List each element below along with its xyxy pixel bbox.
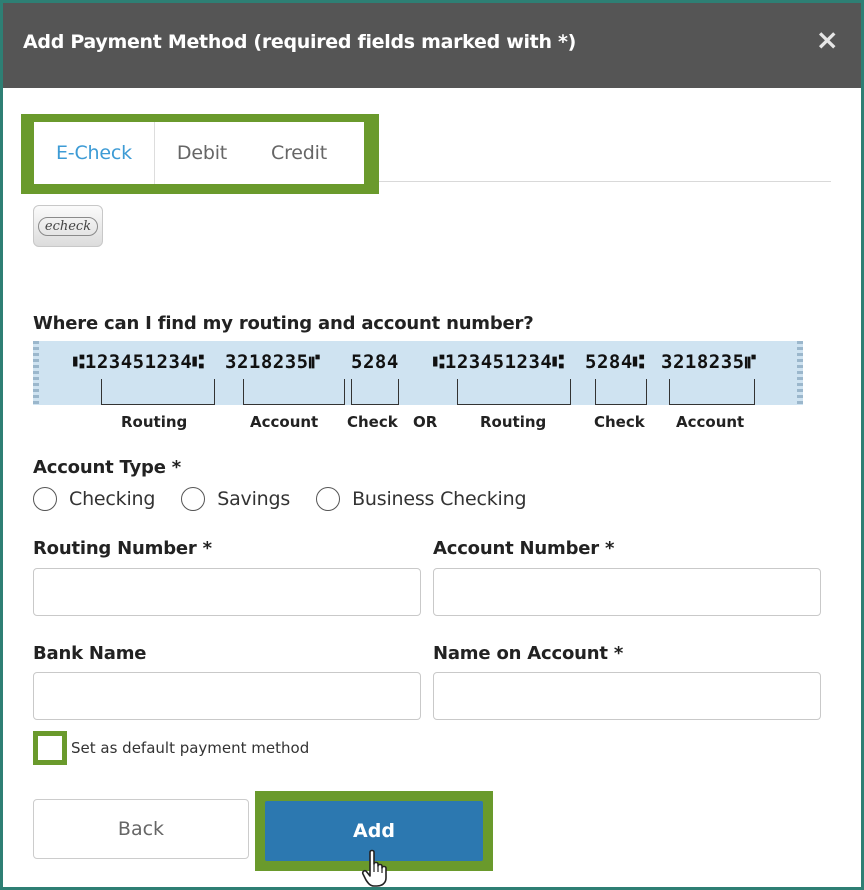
micr-right-routing: ⑆123451234⑆ [433,351,565,373]
bracket-check-2 [595,379,647,405]
micr-left-account: 3218235⑈ [225,351,321,373]
routing-number-field[interactable] [33,568,421,616]
label-or: OR [413,413,438,431]
default-checkbox-highlight [33,731,67,765]
micr-right-check: 5284⑆ [585,351,645,373]
micr-left-routing: ⑆123451234⑆ [73,351,205,373]
label-account-2: Account [676,413,745,431]
label-routing-1: Routing [121,413,188,431]
bracket-check-1 [351,379,399,405]
bracket-account-1 [243,379,345,405]
bracket-routing-1 [101,379,215,405]
bracket-routing-2 [457,379,571,405]
check-sample-image: ⑆123451234⑆ 3218235⑈ 5284 ⑆123451234⑆ 52… [33,341,803,405]
bank-name-label: Bank Name [33,643,147,664]
tab-credit[interactable]: Credit [249,122,349,184]
dialog-header: Add Payment Method (required fields mark… [3,3,861,88]
tab-debit[interactable]: Debit [155,122,249,184]
label-account-1: Account [250,413,319,431]
radio-business-checking-circle[interactable] [316,487,341,511]
label-check-2: Check [594,413,645,431]
micr-right-account: 3218235⑈ [661,351,757,373]
default-payment-label: Set as default payment method [71,739,310,757]
bank-name-field[interactable] [33,672,421,720]
radio-savings-label: Savings [217,488,291,510]
tabs-highlight: E-Check Debit Credit [21,114,379,194]
account-type-radios: Checking Savings Business Checking [33,487,552,511]
echeck-logo-text: echeck [37,216,99,236]
dialog-title: Add Payment Method (required fields mark… [23,31,577,53]
radio-business-checking-label: Business Checking [352,488,527,510]
hand-pointer-icon [361,849,387,887]
radio-savings-circle[interactable] [181,487,206,511]
tab-echeck[interactable]: E-Check [34,122,155,184]
account-number-field[interactable] [433,568,821,616]
default-payment-checkbox[interactable] [38,736,62,760]
name-on-account-field[interactable] [433,672,821,720]
add-payment-dialog: Add Payment Method (required fields mark… [0,0,864,890]
back-button[interactable]: Back [33,799,249,859]
account-number-label: Account Number * [433,538,615,559]
label-check-1: Check [347,413,398,431]
radio-checking[interactable]: Checking [33,487,155,511]
account-type-label: Account Type * [33,457,181,478]
name-on-account-label: Name on Account * [433,643,624,664]
micr-line: ⑆123451234⑆ 3218235⑈ 5284 ⑆123451234⑆ 52… [33,351,803,379]
radio-checking-label: Checking [69,488,156,510]
radio-savings[interactable]: Savings [181,487,290,511]
radio-checking-circle[interactable] [33,487,57,511]
micr-left-check: 5284 [351,351,399,373]
routing-number-label: Routing Number * [33,538,212,559]
label-routing-2: Routing [480,413,547,431]
echeck-logo: echeck [33,205,103,247]
close-icon[interactable]: × [816,25,839,55]
radio-business-checking[interactable]: Business Checking [316,487,527,511]
payment-tabs: E-Check Debit Credit [34,122,364,184]
bracket-account-2 [669,379,755,405]
routing-help-question: Where can I find my routing and account … [33,313,534,334]
